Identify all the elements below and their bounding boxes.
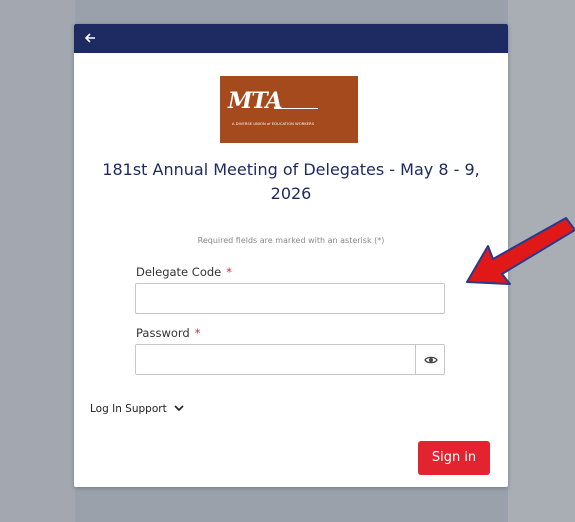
page-title: 181st Annual Meeting of Delegates - May … xyxy=(102,160,480,203)
password-label: Password * xyxy=(136,326,200,340)
show-password-button[interactable] xyxy=(415,344,445,375)
background-left xyxy=(0,0,75,522)
logo-text: MTA xyxy=(228,88,283,114)
password-field[interactable] xyxy=(135,344,445,375)
login-card: MTA A DIVERSE UNION of EDUCATION WORKERS… xyxy=(74,24,508,487)
logo-line xyxy=(274,108,318,109)
delegate-code-field[interactable] xyxy=(135,283,445,314)
logo-tagline: A DIVERSE UNION of EDUCATION WORKERS xyxy=(232,122,315,126)
required-asterisk: * xyxy=(194,326,201,340)
eye-icon xyxy=(423,356,438,363)
back-button[interactable] xyxy=(84,28,104,48)
arrow-left-icon xyxy=(84,33,95,43)
log-in-support-label: Log In Support xyxy=(90,403,167,415)
log-in-support-toggle[interactable]: Log In Support xyxy=(90,403,184,415)
sign-in-button[interactable]: Sign in xyxy=(418,441,490,475)
required-fields-note: Required fields are marked with an aster… xyxy=(197,236,385,245)
chevron-down-icon xyxy=(174,405,184,412)
mta-logo: MTA A DIVERSE UNION of EDUCATION WORKERS xyxy=(220,76,358,143)
delegate-code-label-text: Delegate Code xyxy=(136,265,222,279)
header-bar xyxy=(74,24,508,53)
delegate-code-label: Delegate Code * xyxy=(136,265,232,279)
red-pointer-arrow xyxy=(466,217,575,285)
required-asterisk: * xyxy=(226,265,232,279)
password-label-text: Password xyxy=(136,326,190,340)
